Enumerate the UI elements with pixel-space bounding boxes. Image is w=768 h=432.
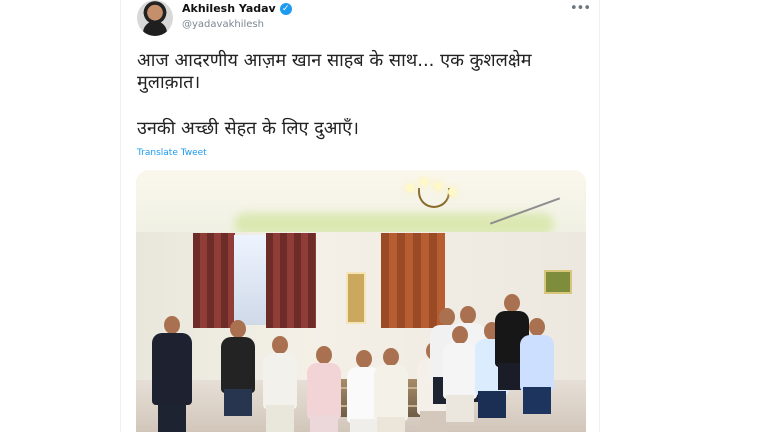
verified-badge-icon: ✓ [279, 2, 292, 15]
person [517, 318, 557, 432]
wall-decor [346, 272, 366, 324]
author-name-row[interactable]: Akhilesh Yadav ✓ [182, 2, 292, 15]
tweet-page: Akhilesh Yadav ✓ @yadavakhilesh ••• आज आ… [0, 0, 768, 432]
person [304, 346, 344, 432]
translate-tweet-link[interactable]: Translate Tweet [137, 148, 207, 158]
chandelier [406, 178, 458, 216]
tweet-text-primary: आज आदरणीय आज़म खान साहब के साथ... एक कुश… [137, 50, 532, 93]
curtain-middle [266, 233, 316, 328]
person [371, 348, 411, 432]
window [234, 235, 268, 325]
more-options-icon[interactable]: ••• [570, 2, 591, 15]
person [218, 320, 258, 432]
tweet-text-secondary: उनकी अच्छी सेहत के लिए दुआएँ। [137, 118, 359, 139]
person [152, 316, 192, 432]
curtain-left [193, 233, 235, 328]
author-name[interactable]: Akhilesh Yadav [182, 2, 276, 15]
person [260, 336, 300, 432]
author-avatar[interactable] [137, 0, 173, 36]
tweet-image[interactable] [136, 170, 586, 432]
author-handle[interactable]: @yadavakhilesh [182, 19, 264, 30]
wall-painting [544, 270, 572, 294]
